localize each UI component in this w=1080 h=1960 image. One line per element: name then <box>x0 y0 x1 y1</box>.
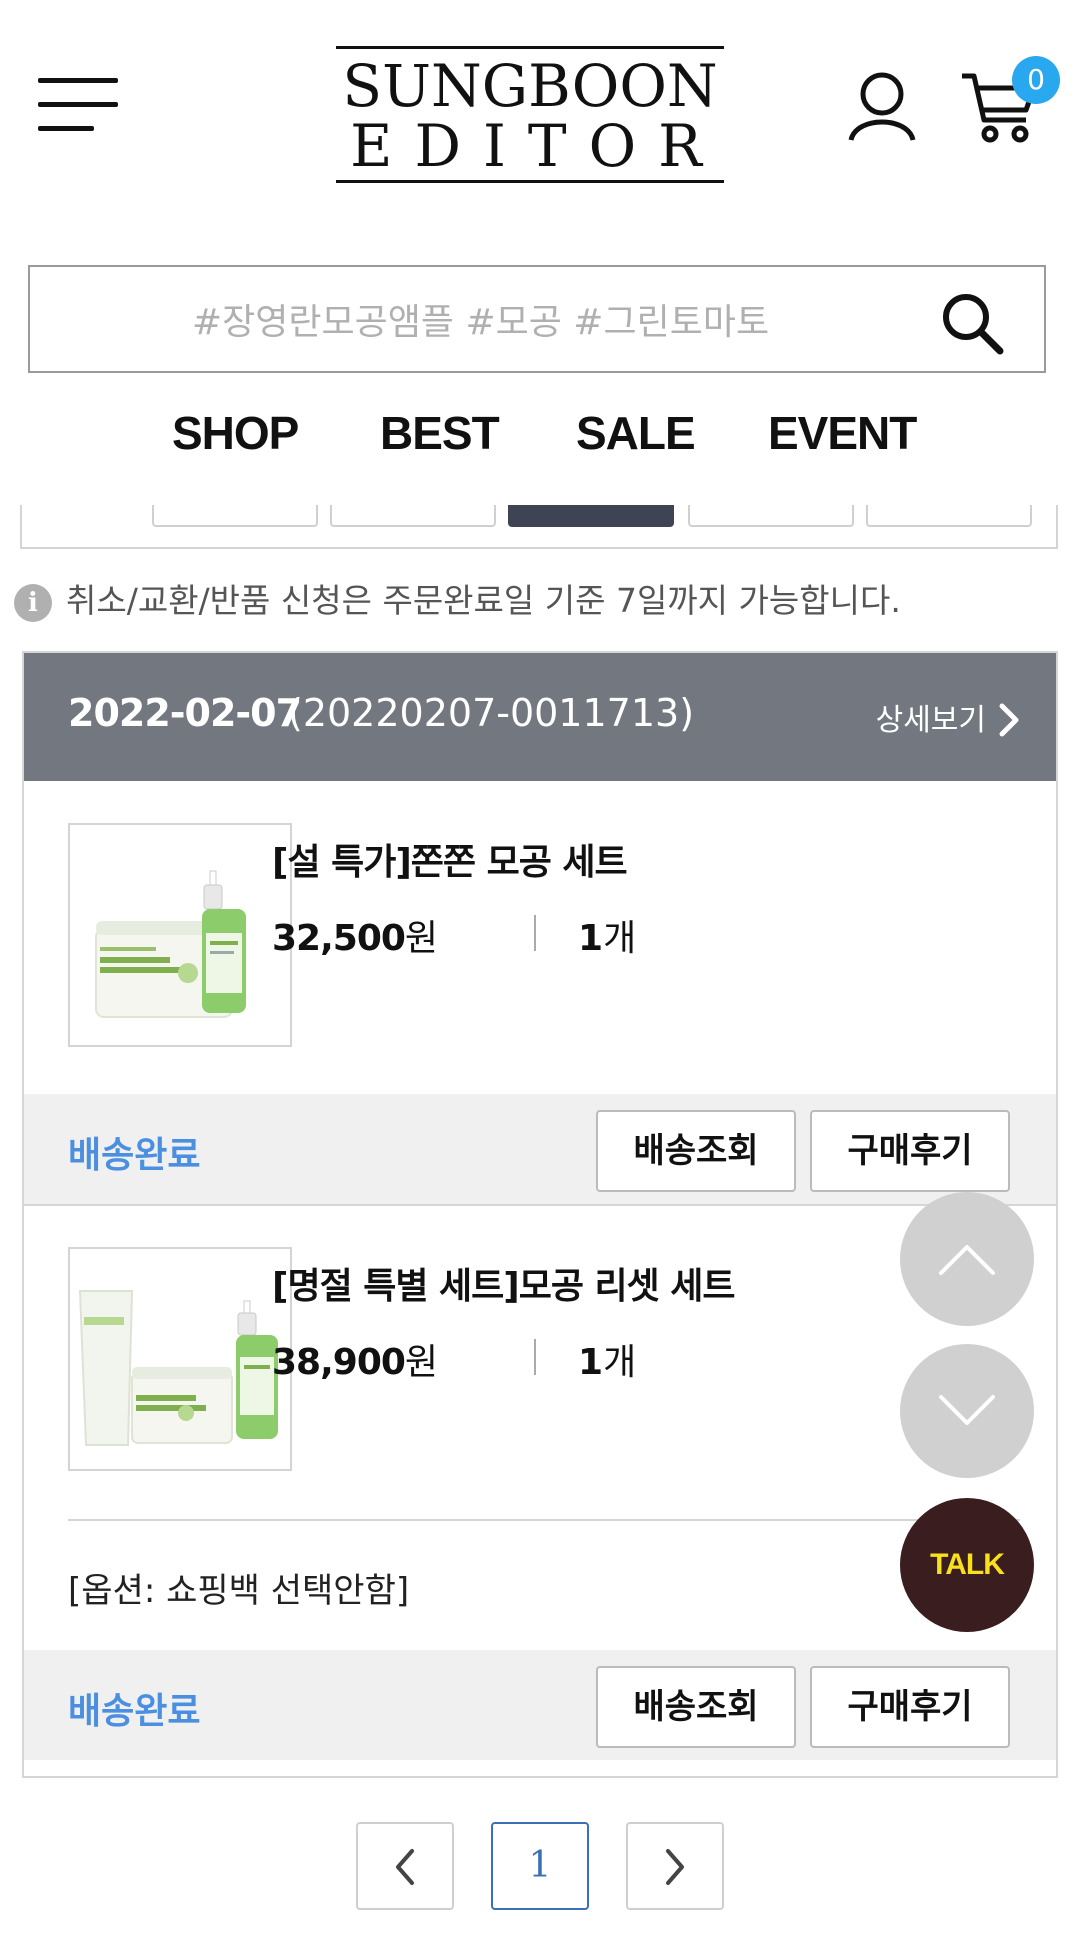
info-icon: i <box>14 584 52 622</box>
order-card: 2022-02-07 (20220207-0011713) 상세보기 [설 특가… <box>22 651 1058 1778</box>
hamburger-icon-bar <box>38 126 94 131</box>
delivery-status: 배송완료 <box>68 1135 201 1176</box>
chevron-right-icon <box>666 1849 684 1885</box>
cancel-notice: i 취소/교환/반품 신청은 주문완료일 기준 7일까지 가능합니다. <box>14 578 1054 626</box>
price-unit: 원 <box>404 1342 438 1383</box>
page-number-current[interactable]: 1 <box>491 1822 589 1910</box>
track-delivery-button[interactable]: 배송조회 <box>596 1666 796 1748</box>
chevron-up-icon <box>939 1245 995 1275</box>
product-image <box>70 825 290 1045</box>
product-image <box>70 1249 290 1469</box>
nav-item-best[interactable]: BEST <box>380 406 500 460</box>
chevron-right-icon <box>998 701 1020 741</box>
period-filter <box>20 505 1058 549</box>
price-value: 32,500 <box>272 918 406 959</box>
price-unit: 원 <box>404 918 438 959</box>
qty-unit: 개 <box>603 1342 637 1383</box>
price-qty-divider <box>534 1339 536 1375</box>
logo-line1: SUNGBOON <box>342 52 718 120</box>
menu-button[interactable] <box>38 78 122 134</box>
detail-label: 상세보기 <box>875 703 986 738</box>
write-review-button[interactable]: 구매후기 <box>810 1110 1010 1192</box>
filter-tab[interactable] <box>152 505 318 527</box>
cart-count-badge: 0 <box>1012 56 1060 104</box>
price-qty-divider <box>534 915 536 951</box>
filter-tab[interactable] <box>688 505 854 527</box>
qty-unit: 개 <box>603 918 637 959</box>
price-value: 38,900 <box>272 1342 406 1383</box>
nav-item-shop[interactable]: SHOP <box>172 406 299 460</box>
delivery-status: 배송완료 <box>68 1691 201 1732</box>
order-number: (20220207-0011713) <box>288 691 695 735</box>
qty-value: 1 <box>578 1342 604 1383</box>
logo-rule-top <box>336 46 724 49</box>
item-divider <box>24 1204 1056 1206</box>
hamburger-icon <box>38 78 118 83</box>
logo-rule-bottom <box>336 180 724 183</box>
product-option: [옵션: 쇼핑백 선택안함] <box>68 1571 410 1611</box>
product-quantity: 1개 <box>578 909 636 961</box>
product-name[interactable]: [설 특가]쫀쫀 모공 세트 <box>272 833 628 885</box>
product-thumbnail[interactable] <box>68 1247 292 1471</box>
product-name[interactable]: [명절 특별 세트]모공 리셋 세트 <box>272 1257 735 1309</box>
filter-tab[interactable] <box>330 505 496 527</box>
filter-tab-active[interactable] <box>508 505 674 527</box>
product-thumbnail[interactable] <box>68 823 292 1047</box>
logo-line2: EDITOR <box>350 112 724 180</box>
option-divider <box>68 1519 1020 1521</box>
chevron-left-icon <box>396 1849 414 1885</box>
write-review-button[interactable]: 구매후기 <box>810 1666 1010 1748</box>
kakao-talk-button[interactable]: TALK <box>900 1498 1034 1632</box>
hamburger-icon-bar <box>38 102 118 107</box>
product-quantity: 1개 <box>578 1333 636 1385</box>
filter-tab[interactable] <box>866 505 1032 527</box>
qty-value: 1 <box>578 918 604 959</box>
product-price: 32,500원 <box>272 909 438 961</box>
search-icon[interactable] <box>940 291 1004 355</box>
brand-logo[interactable]: SUNGBOON EDITOR <box>336 46 724 186</box>
nav-item-event[interactable]: EVENT <box>768 406 917 460</box>
main-nav: SHOP BEST SALE EVENT <box>0 406 1080 486</box>
item-status-bar: 배송완료 배송조회 구매후기 <box>24 1650 1056 1760</box>
track-delivery-button[interactable]: 배송조회 <box>596 1110 796 1192</box>
order-detail-link[interactable]: 상세보기 <box>876 695 1020 741</box>
order-header: 2022-02-07 (20220207-0011713) 상세보기 <box>24 653 1056 781</box>
scroll-bottom-button[interactable] <box>900 1344 1034 1478</box>
chevron-down-icon <box>939 1395 995 1425</box>
next-page-button[interactable] <box>626 1822 724 1910</box>
order-date: 2022-02-07 <box>68 691 302 735</box>
notice-text: 취소/교환/반품 신청은 주문완료일 기준 7일까지 가능합니다. <box>66 581 901 620</box>
scroll-top-button[interactable] <box>900 1192 1034 1326</box>
search-bar <box>28 265 1046 373</box>
search-input[interactable] <box>190 291 894 353</box>
user-icon[interactable] <box>846 70 918 142</box>
prev-page-button[interactable] <box>356 1822 454 1910</box>
product-price: 38,900원 <box>272 1333 438 1385</box>
item-status-bar: 배송완료 배송조회 구매후기 <box>24 1094 1056 1204</box>
nav-item-sale[interactable]: SALE <box>576 406 696 460</box>
